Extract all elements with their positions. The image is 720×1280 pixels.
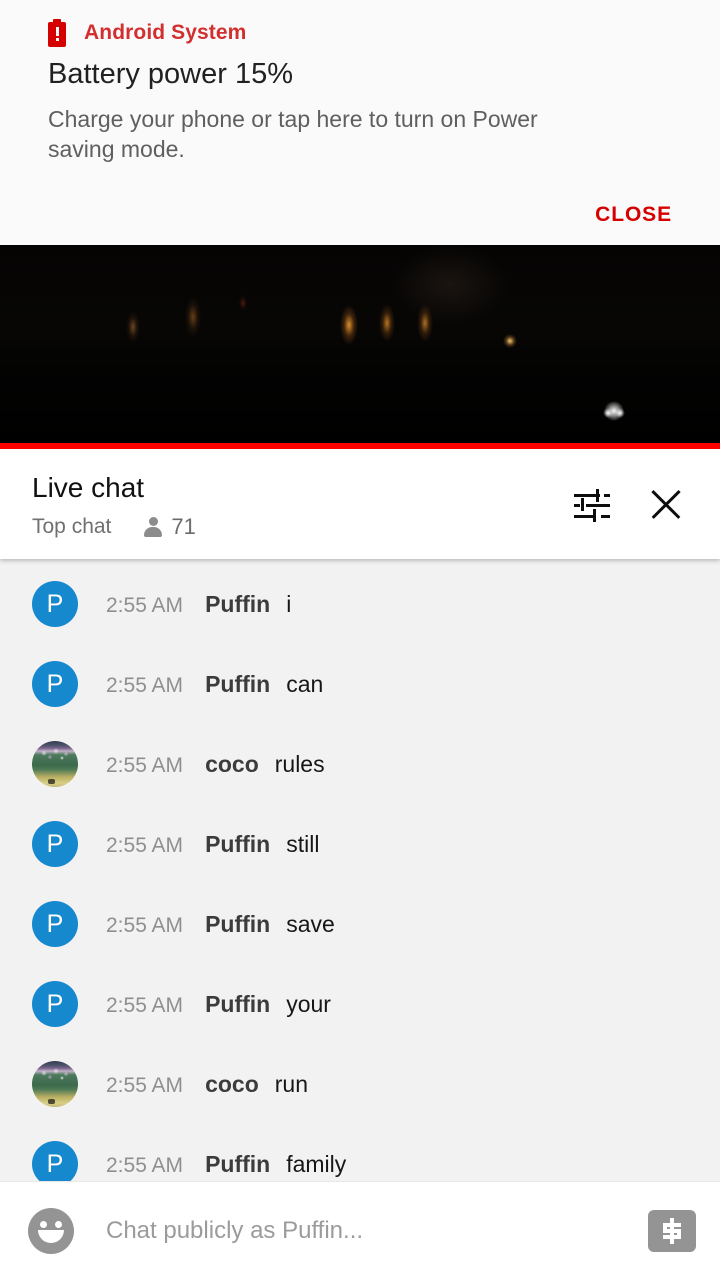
chat-message-row[interactable]: P 2:55 AM Puffin i [0, 564, 720, 644]
message-text: run [274, 1070, 308, 1097]
chat-message-row[interactable]: P 2:55 AM Puffin still [0, 804, 720, 884]
message-text: rules [274, 750, 325, 777]
message-author[interactable]: Puffin [205, 1151, 270, 1178]
notification-app-row: Android System [0, 0, 720, 47]
video-frame [0, 245, 720, 449]
viewer-count-group: 71 [143, 514, 196, 540]
chat-message: 2:55 AM Puffin your [106, 991, 331, 1018]
chat-message: 2:55 AM Puffin i [106, 591, 291, 618]
chat-message: 2:55 AM Puffin save [106, 911, 335, 938]
message-author[interactable]: Puffin [205, 991, 270, 1018]
message-timestamp: 2:55 AM [106, 833, 184, 857]
notification-title: Battery power 15% [48, 58, 294, 90]
message-text: family [286, 1150, 347, 1177]
avatar[interactable]: P [32, 981, 78, 1027]
message-timestamp: 2:55 AM [106, 1153, 184, 1177]
avatar[interactable]: P [32, 821, 78, 867]
chat-message: 2:55 AM Puffin can [106, 671, 323, 698]
chat-message-row[interactable]: P 2:55 AM Puffin save [0, 884, 720, 964]
chat-mode-label[interactable]: Top chat [32, 515, 111, 539]
notification-close-button[interactable]: CLOSE [589, 193, 678, 237]
app-root: Android System Battery power 15% Charge … [0, 0, 720, 1280]
message-author[interactable]: Puffin [205, 831, 270, 858]
message-timestamp: 2:55 AM [106, 753, 184, 777]
avatar[interactable]: P [32, 901, 78, 947]
message-timestamp: 2:55 AM [106, 673, 184, 697]
avatar[interactable]: P [32, 661, 78, 707]
live-chat-header-texts: Live chat Top chat 71 [32, 471, 562, 540]
live-chat-header-actions [562, 471, 696, 535]
live-chat-subrow: Top chat 71 [32, 514, 562, 540]
chat-message: 2:55 AM coco run [106, 1071, 308, 1098]
chat-message-row[interactable]: P 2:55 AM Puffin family [0, 1124, 720, 1181]
message-author[interactable]: Puffin [205, 911, 270, 938]
chat-settings-button[interactable] [562, 475, 622, 535]
dollar-sign-icon[interactable] [648, 1210, 696, 1252]
message-timestamp: 2:55 AM [106, 913, 184, 937]
notification-body: Charge your phone or tap here to turn on… [48, 106, 538, 162]
close-live-chat-button[interactable] [636, 475, 696, 535]
chat-input-bar [0, 1181, 720, 1280]
android-system-notification[interactable]: Android System Battery power 15% Charge … [0, 0, 720, 245]
chat-input[interactable] [106, 1217, 648, 1245]
avatar[interactable] [32, 1061, 78, 1107]
message-timestamp: 2:55 AM [106, 1073, 184, 1097]
video-player[interactable] [0, 245, 720, 449]
notification-actions: CLOSE [589, 193, 720, 237]
person-icon [143, 516, 163, 538]
message-timestamp: 2:55 AM [106, 993, 184, 1017]
chat-message: 2:55 AM Puffin family [106, 1151, 346, 1178]
viewer-count: 71 [171, 514, 196, 539]
message-author[interactable]: Puffin [205, 591, 270, 618]
message-author[interactable]: coco [205, 751, 259, 778]
message-text: can [286, 670, 324, 697]
live-chat-header: Live chat Top chat 71 [0, 449, 720, 559]
notification-app-name: Android System [84, 21, 247, 44]
close-icon [649, 488, 683, 522]
message-text: save [286, 910, 335, 937]
message-text: i [286, 590, 292, 617]
chat-message-row[interactable]: 2:55 AM coco rules [0, 724, 720, 804]
battery-alert-icon [48, 19, 66, 47]
avatar[interactable]: P [32, 581, 78, 627]
message-timestamp: 2:55 AM [106, 593, 184, 617]
live-chat-message-list[interactable]: P 2:55 AM Puffin i P 2:55 AM Puffin can 2:55 AM c… [0, 559, 720, 1181]
live-chat-title: Live chat [32, 472, 145, 503]
avatar[interactable]: P [32, 1141, 78, 1181]
chat-message-row[interactable]: P 2:55 AM Puffin can [0, 644, 720, 724]
emoji-smiley-icon[interactable] [28, 1208, 74, 1254]
tune-icon [574, 489, 610, 522]
chat-message-row[interactable]: P 2:55 AM Puffin your [0, 964, 720, 1044]
message-text: still [286, 830, 320, 857]
chat-message-row[interactable]: 2:55 AM coco run [0, 1044, 720, 1124]
message-text: your [286, 990, 331, 1017]
message-author[interactable]: coco [205, 1071, 259, 1098]
chat-message: 2:55 AM coco rules [106, 751, 325, 778]
message-author[interactable]: Puffin [205, 671, 270, 698]
avatar[interactable] [32, 741, 78, 787]
chat-message: 2:55 AM Puffin still [106, 831, 319, 858]
